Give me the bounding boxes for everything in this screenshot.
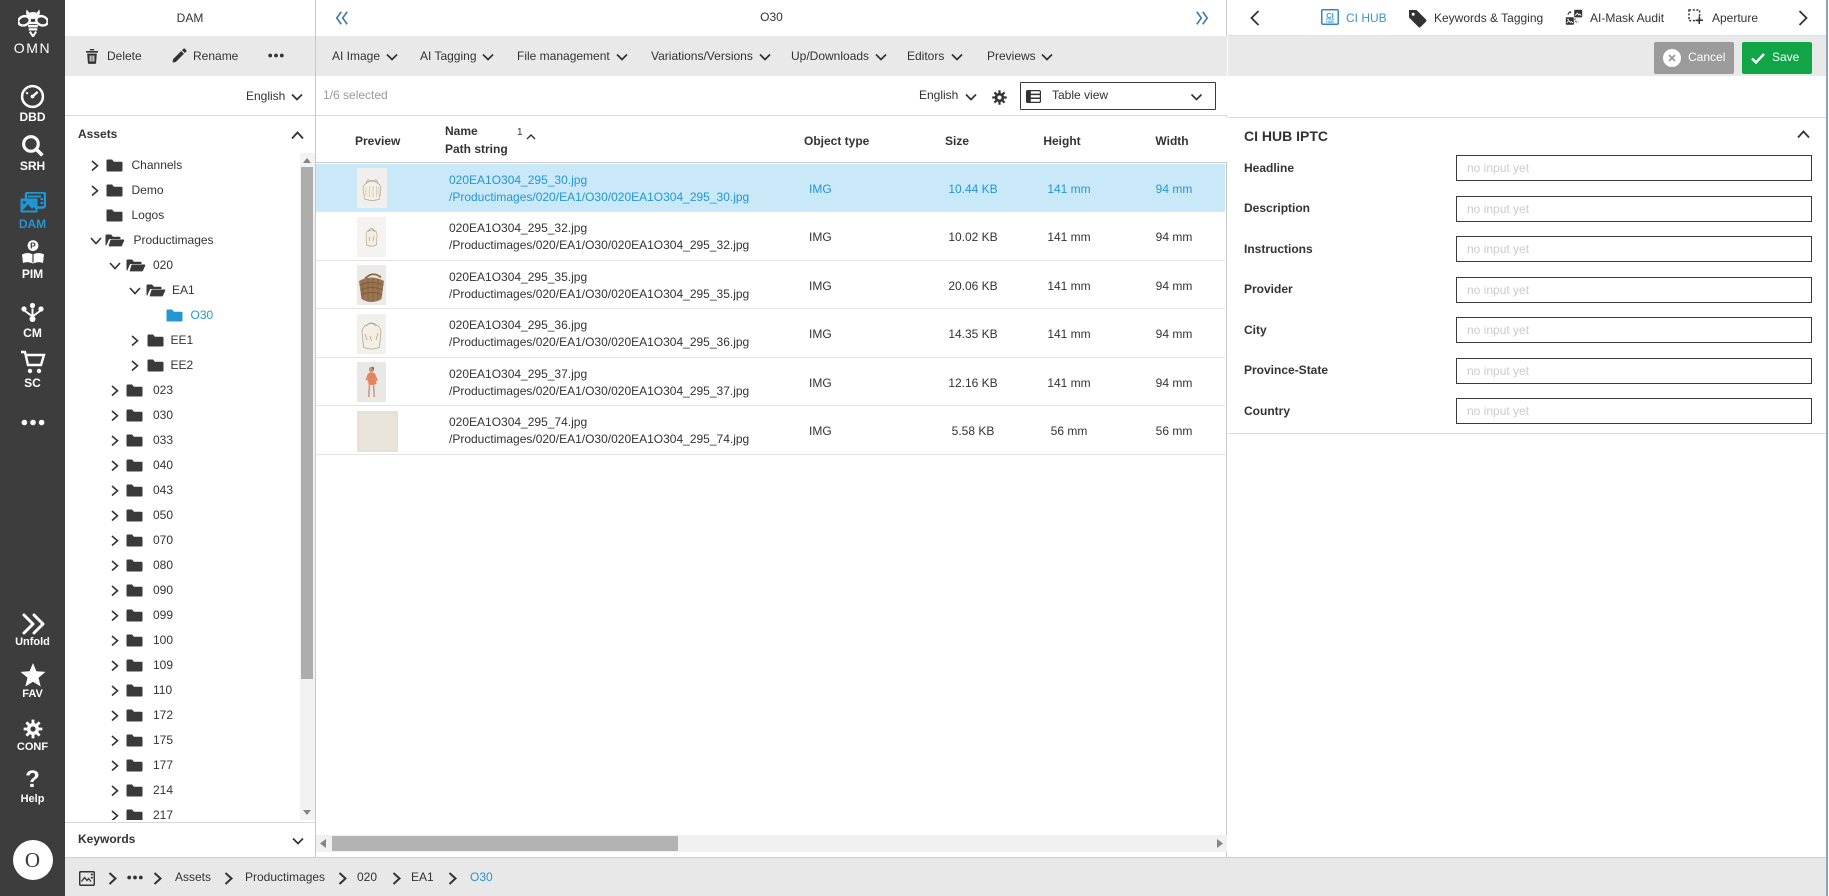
svg-text:HUB: HUB <box>1326 20 1334 24</box>
svg-text:P: P <box>30 241 36 251</box>
svg-text:CI: CI <box>1326 11 1334 20</box>
